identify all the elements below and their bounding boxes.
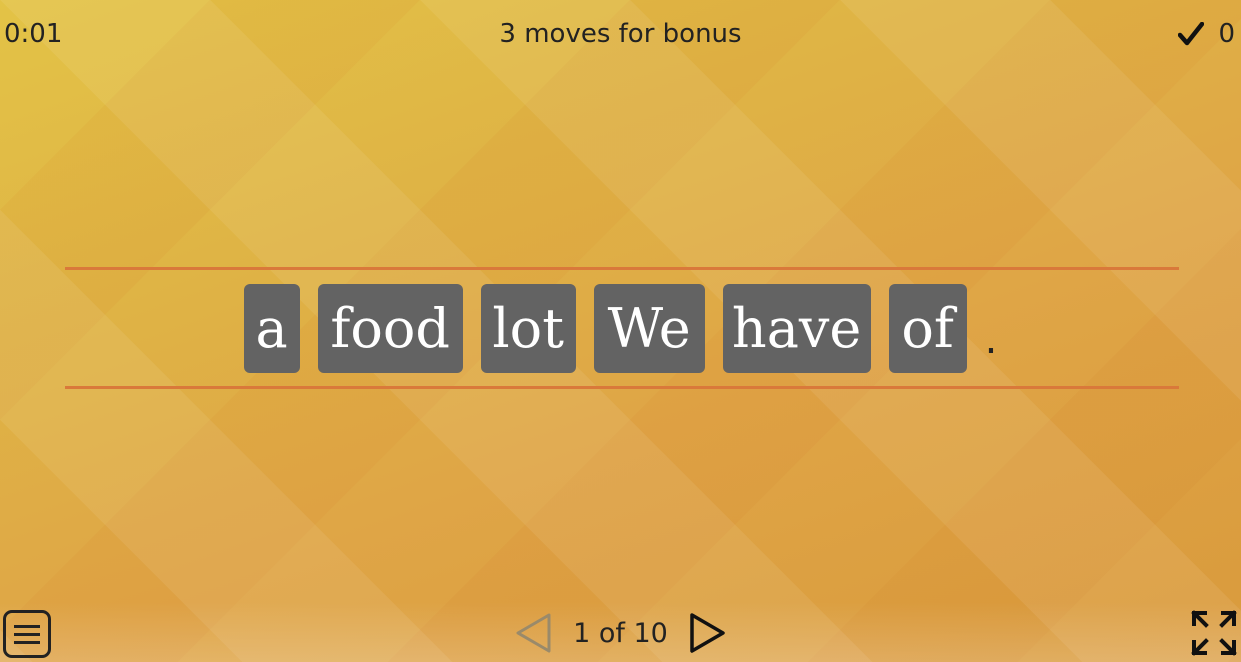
word-tile[interactable]: a [243,284,300,373]
word-tile[interactable]: have [722,284,871,373]
word-tile[interactable]: lot [480,284,576,373]
word-tile[interactable]: We [593,284,705,373]
sentence-period: . [984,317,998,363]
bottom-bar: 1 of 10 [0,602,1241,662]
previous-arrow-icon[interactable] [513,612,555,654]
page-indicator: 1 of 10 [573,617,668,649]
pager: 1 of 10 [0,612,1241,654]
score-value: 0 [1218,19,1235,49]
guide-line-top [65,267,1179,270]
check-icon [1178,22,1205,46]
top-bar: 0:01 3 moves for bonus 0 [0,0,1241,70]
word-tile[interactable]: of [888,284,967,373]
score: 0 [1178,19,1235,49]
guide-line-bottom [65,386,1179,389]
word-tiles: a food lot We have of . [0,284,1241,373]
fullscreen-icon[interactable] [1191,610,1237,656]
bonus-text: 3 moves for bonus [499,19,742,49]
word-tile[interactable]: food [317,284,463,373]
next-arrow-icon[interactable] [686,612,728,654]
